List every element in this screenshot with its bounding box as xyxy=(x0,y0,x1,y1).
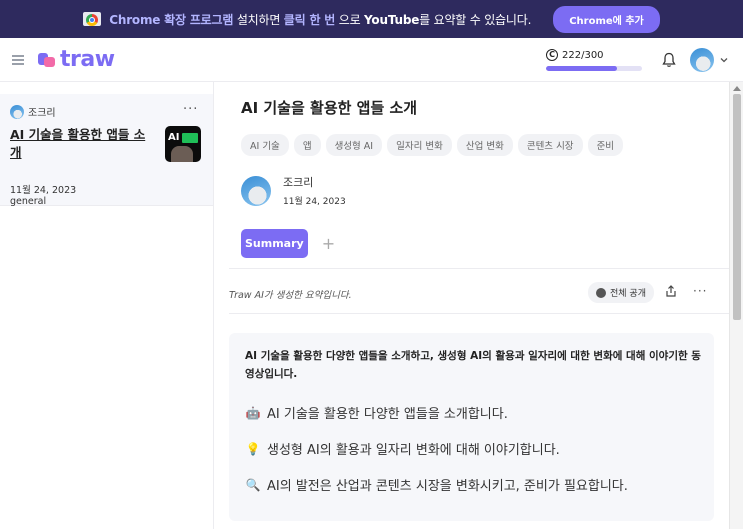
credit-bar-fill xyxy=(546,66,618,71)
magnifier-icon: 🔍 xyxy=(245,477,261,492)
visibility-button[interactable]: 전체 공개 xyxy=(588,282,654,303)
list-item[interactable]: 조크리 ··· AI 기술을 활용한 앱들 소개 AI 11월 24, 2023… xyxy=(0,94,213,207)
summary-bullet-text: AI 기술을 활용한 다양한 앱들을 소개합니다. xyxy=(267,407,508,422)
summary-intro: AI 기술을 활용한 다양한 앱들을 소개하고, 생성형 AI의 활용과 일자리… xyxy=(245,350,701,380)
banner-text: Chrome 확장 프로그램 설치하면 클릭 한 번 으로 YouTube를 요… xyxy=(109,11,531,28)
content-tabs: Summary + xyxy=(241,229,335,258)
logo-mark-icon xyxy=(38,51,56,69)
page-title: AI 기술을 활용한 앱들 소개 xyxy=(241,99,418,117)
summary-bullet-text: AI의 발전은 산업과 콘텐츠 시장을 변화시키고, 준비가 필요합니다. xyxy=(267,479,628,494)
tag-chip[interactable]: AI 기술 xyxy=(241,134,289,156)
sidebar: 조크리 ··· AI 기술을 활용한 앱들 소개 AI 11월 24, 2023… xyxy=(0,82,214,529)
lightbulb-icon: 💡 xyxy=(245,441,261,456)
card-author: 조크리 xyxy=(10,104,56,119)
card-category: general xyxy=(10,196,47,207)
banner-text-4: 으로 xyxy=(335,12,365,27)
tag-chip[interactable]: 앱 xyxy=(293,134,321,156)
banner-text-3: 클릭 한 번 xyxy=(283,12,336,27)
author-avatar xyxy=(10,104,24,119)
scroll-thumb[interactable] xyxy=(733,94,741,320)
add-to-chrome-button[interactable]: Chrome에 추가 xyxy=(553,5,660,33)
bell-icon[interactable] xyxy=(662,52,676,68)
install-banner: Chrome 확장 프로그램 설치하면 클릭 한 번 으로 YouTube를 요… xyxy=(0,0,743,38)
credit-bar xyxy=(546,66,642,71)
summary-bullet: 🤖 AI 기술을 활용한 다양한 앱들을 소개합니다. xyxy=(245,403,508,423)
summary-bullet: 💡 생성형 AI의 활용과 일자리 변화에 대해 이야기합니다. xyxy=(245,439,560,459)
logo-text: traw xyxy=(60,47,115,72)
tag-chip[interactable]: 콘텐츠 시장 xyxy=(517,134,583,156)
credit-text: 222/300 xyxy=(562,49,604,61)
visibility-label: 전체 공개 xyxy=(610,289,646,299)
scroll-up-icon[interactable] xyxy=(733,86,741,91)
banner-text-2: 설치하면 xyxy=(233,12,284,27)
robot-icon: 🤖 xyxy=(245,405,261,420)
user-avatar[interactable] xyxy=(690,48,714,72)
main-content: AI 기술을 활용한 앱들 소개 AI 기술 앱 생성형 AI 일자리 변화 산… xyxy=(229,82,729,529)
banner-text-5: YouTube xyxy=(364,12,420,27)
card-date: 11월 24, 2023 xyxy=(10,185,77,196)
scrollbar[interactable] xyxy=(729,82,743,529)
video-thumbnail: AI xyxy=(165,126,201,162)
banner-text-1: Chrome 확장 프로그램 xyxy=(109,12,234,27)
chrome-icon xyxy=(83,12,102,26)
thumbnail-text: AI xyxy=(168,132,180,143)
app-header: traw C 222/300 xyxy=(0,38,743,82)
credit-meter: C 222/300 xyxy=(546,49,644,71)
generated-note: Traw AI가 생성한 요약입니다. xyxy=(229,290,352,301)
divider xyxy=(229,268,729,269)
card-author-name: 조크리 xyxy=(28,108,56,119)
summary-bullet-text: 생성형 AI의 활용과 일자리 변화에 대해 이야기합니다. xyxy=(267,443,560,458)
tab-summary[interactable]: Summary xyxy=(241,229,308,258)
hamburger-menu-icon[interactable] xyxy=(12,55,24,65)
chevron-down-icon[interactable] xyxy=(720,56,728,64)
summary-bullet: 🔍 AI의 발전은 산업과 콘텐츠 시장을 변화시키고, 준비가 필요합니다. xyxy=(245,475,628,495)
add-tab-button[interactable]: + xyxy=(322,234,335,253)
card-more-icon[interactable]: ··· xyxy=(183,102,198,117)
author-name: 조크리 xyxy=(283,176,314,189)
author-info: 조크리 11월 24, 2023 xyxy=(241,174,346,207)
tag-chip[interactable]: 준비 xyxy=(587,134,624,156)
author-avatar[interactable] xyxy=(241,175,271,206)
tag-chip[interactable]: 일자리 변화 xyxy=(387,134,452,156)
divider xyxy=(229,313,729,314)
summary-panel: AI 기술을 활용한 다양한 앱들을 소개하고, 생성형 AI의 활용과 일자리… xyxy=(229,333,714,521)
tag-chip[interactable]: 산업 변화 xyxy=(456,134,513,156)
more-options-icon[interactable]: ··· xyxy=(693,284,707,298)
credit-icon: C xyxy=(546,49,558,61)
publish-date: 11월 24, 2023 xyxy=(283,197,346,207)
card-title[interactable]: AI 기술을 활용한 앱들 소개 xyxy=(10,126,156,162)
tag-list: AI 기술 앱 생성형 AI 일자리 변화 산업 변화 콘텐츠 시장 준비 xyxy=(241,134,624,156)
banner-text-6: 를 요약할 수 있습니다. xyxy=(419,12,532,27)
tag-chip[interactable]: 생성형 AI xyxy=(325,134,383,156)
banner-content: Chrome 확장 프로그램 설치하면 클릭 한 번 으로 YouTube를 요… xyxy=(83,5,660,33)
logo[interactable]: traw xyxy=(38,47,115,72)
globe-icon xyxy=(596,287,606,298)
share-icon[interactable] xyxy=(665,285,677,297)
